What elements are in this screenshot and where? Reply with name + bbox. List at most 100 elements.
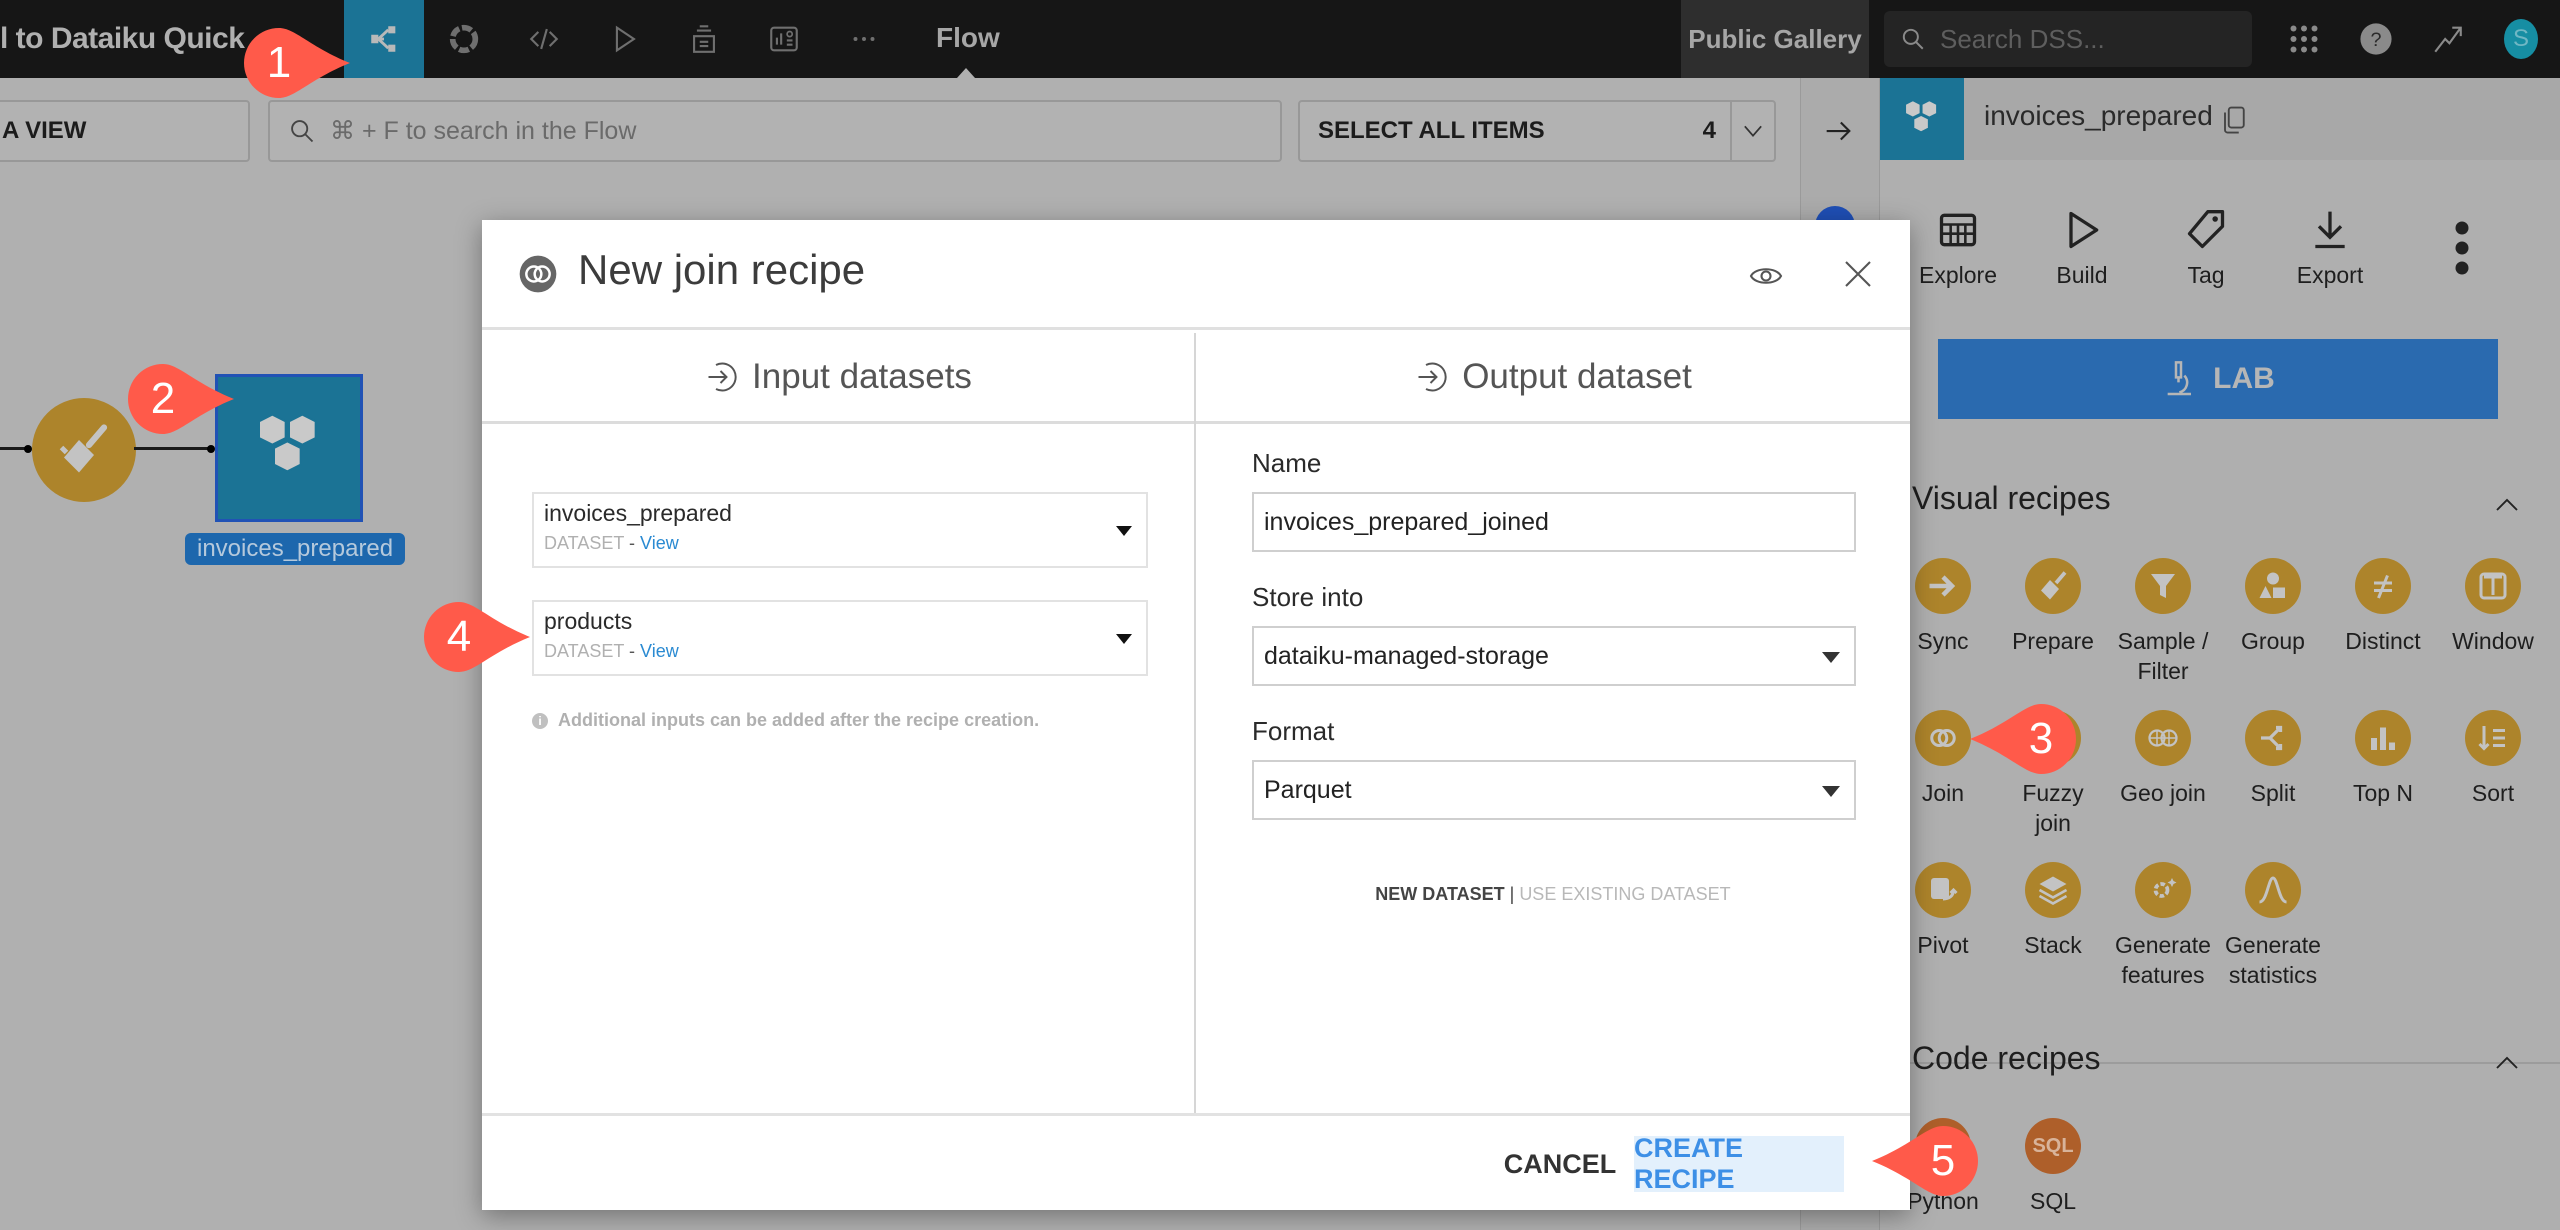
callout-2: 2 (124, 360, 234, 438)
input-datasets-title: Input datasets (752, 357, 972, 396)
callout-4: 4 (420, 598, 530, 676)
prepare-recipe-node[interactable] (32, 398, 136, 502)
join-icon (1915, 710, 1971, 766)
recipe-sample-filter[interactable]: Sample / Filter (2108, 558, 2218, 686)
search-icon (1902, 28, 1924, 50)
new-dataset-option[interactable]: NEW DATASET (1375, 884, 1504, 904)
modal-header: New join recipe (482, 220, 1910, 330)
nav-more-button[interactable] (824, 0, 904, 78)
split-icon (2245, 710, 2301, 766)
sql-icon-text: SQL (2032, 1134, 2074, 1157)
build-action[interactable]: Build (2032, 208, 2132, 289)
explore-action[interactable]: Explore (1908, 208, 2008, 289)
dataset-node-label[interactable]: invoices_prepared (185, 533, 406, 565)
recipe-group[interactable]: Group (2218, 558, 2328, 656)
recipe-top-n[interactable]: Top N (2328, 710, 2438, 808)
select-all-items[interactable]: SELECT ALL ITEMS 4 (1298, 100, 1776, 162)
help-button[interactable]: ? (2356, 19, 2396, 59)
input-dataset-select-2[interactable]: products DATASET - View (532, 600, 1148, 676)
export-action[interactable]: Export (2280, 208, 2380, 289)
flow-view-button[interactable]: A VIEW (0, 100, 250, 162)
callout-1: 1 (240, 24, 350, 102)
tag-action[interactable]: Tag (2156, 208, 2256, 289)
public-gallery-link[interactable]: Public Gallery (1681, 0, 1869, 78)
user-avatar[interactable]: S (2504, 19, 2538, 59)
join-icon (519, 255, 557, 293)
view-dataset-link[interactable]: View (640, 641, 679, 661)
project-title[interactable]: l to Dataiku Quick (0, 22, 245, 56)
sample-filter-icon (2135, 558, 2191, 614)
global-search-input[interactable] (1940, 23, 2240, 55)
recipe-generate-statistics[interactable]: Generate statistics (2218, 862, 2328, 990)
flow-search-input[interactable] (330, 116, 1230, 146)
info-icon: i (532, 712, 548, 729)
section-caret (957, 68, 975, 78)
callout-number: 4 (446, 612, 472, 661)
pivot-icon (1915, 862, 1971, 918)
recipe-prepare[interactable]: Prepare (1998, 558, 2108, 656)
global-search[interactable] (1884, 11, 2252, 67)
recipe-sort[interactable]: Sort (2438, 710, 2548, 808)
recipe-label: Stack (2024, 932, 2082, 958)
brush-icon (59, 424, 108, 473)
recipe-window[interactable]: Window (2438, 558, 2548, 656)
build-label: Build (2056, 262, 2108, 288)
search-icon (291, 120, 314, 143)
cancel-button[interactable]: CANCEL (1490, 1136, 1630, 1192)
recipe-generate-features[interactable]: Generate features (2108, 862, 2218, 990)
callout-number: 5 (1930, 1136, 1956, 1185)
apps-menu-button[interactable] (2284, 19, 2324, 59)
nav-flow-button[interactable] (344, 0, 424, 78)
recipe-geo-join[interactable]: Geo join (2108, 710, 2218, 808)
recipe-distinct[interactable]: Distinct (2328, 558, 2438, 656)
nav-code-button[interactable] (504, 0, 584, 78)
callout-3: 3 (1970, 700, 2080, 778)
recipe-label: Window (2452, 628, 2534, 654)
top-navigation-bar: l to Dataiku Quick Flow Public Gallery ?… (0, 0, 2560, 78)
recipe-label: Sort (2471, 780, 2515, 806)
more-vertical-icon[interactable] (2450, 218, 2474, 278)
store-into-select[interactable]: dataiku-managed-storage (1252, 626, 1856, 686)
format-label: Format (1252, 716, 1335, 746)
chevron-up-icon[interactable] (2492, 490, 2522, 520)
dataset-node-invoices-prepared[interactable] (215, 374, 363, 522)
input-dataset-name: products (544, 608, 633, 634)
visual-recipes-title: Visual recipes (1912, 480, 2111, 516)
lifecycle-icon (449, 24, 479, 54)
modal-title: New join recipe (578, 246, 866, 293)
nav-dashboard-button[interactable] (744, 0, 824, 78)
output-name-input[interactable] (1264, 507, 1844, 537)
lab-button[interactable]: LAB (1938, 339, 2498, 419)
input-dataset-select-1[interactable]: invoices_prepared DATASET - View (532, 492, 1148, 568)
sign-in-icon (1418, 362, 1447, 392)
create-recipe-button[interactable]: CREATE RECIPE (1634, 1133, 1844, 1194)
activity-button[interactable] (2428, 19, 2468, 59)
nav-lifecycle-button[interactable] (424, 0, 504, 78)
code-recipes-title: Code recipes (1912, 1040, 2101, 1076)
eye-icon[interactable] (1748, 258, 1784, 294)
nav-deploy-button[interactable] (664, 0, 744, 78)
nav-run-button[interactable] (584, 0, 664, 78)
sign-in-icon (708, 362, 737, 392)
arrow-right-icon[interactable] (1821, 114, 1855, 148)
flow-search[interactable] (268, 100, 1282, 162)
use-existing-dataset-option[interactable]: USE EXISTING DATASET (1519, 884, 1730, 904)
recipe-split[interactable]: Split (2218, 710, 2328, 808)
more-horizontal-icon (853, 37, 875, 41)
input-dataset-meta: DATASET - View (544, 533, 1136, 554)
select-dropdown-button[interactable] (1730, 102, 1774, 160)
close-icon[interactable] (1840, 256, 1876, 292)
name-label: Name (1252, 448, 1322, 478)
dataset-mode-toggle: NEW DATASET | USE EXISTING DATASET (1196, 884, 1910, 905)
chevron-up-icon[interactable] (2492, 1048, 2522, 1078)
view-dataset-link[interactable]: View (640, 533, 679, 553)
recipe-stack[interactable]: Stack (1998, 862, 2108, 960)
format-select[interactable]: Parquet (1252, 760, 1856, 820)
dashboard-icon (770, 26, 798, 52)
output-name-field[interactable] (1252, 492, 1856, 552)
copy-icon[interactable] (2220, 104, 2250, 136)
dataset-type: DATASET (544, 533, 625, 553)
recipe-label: Sample / Filter (2117, 628, 2209, 684)
recipe-sql[interactable]: SQL SQL (1998, 1118, 2108, 1216)
select-all-label[interactable]: SELECT ALL ITEMS (1300, 117, 1703, 145)
